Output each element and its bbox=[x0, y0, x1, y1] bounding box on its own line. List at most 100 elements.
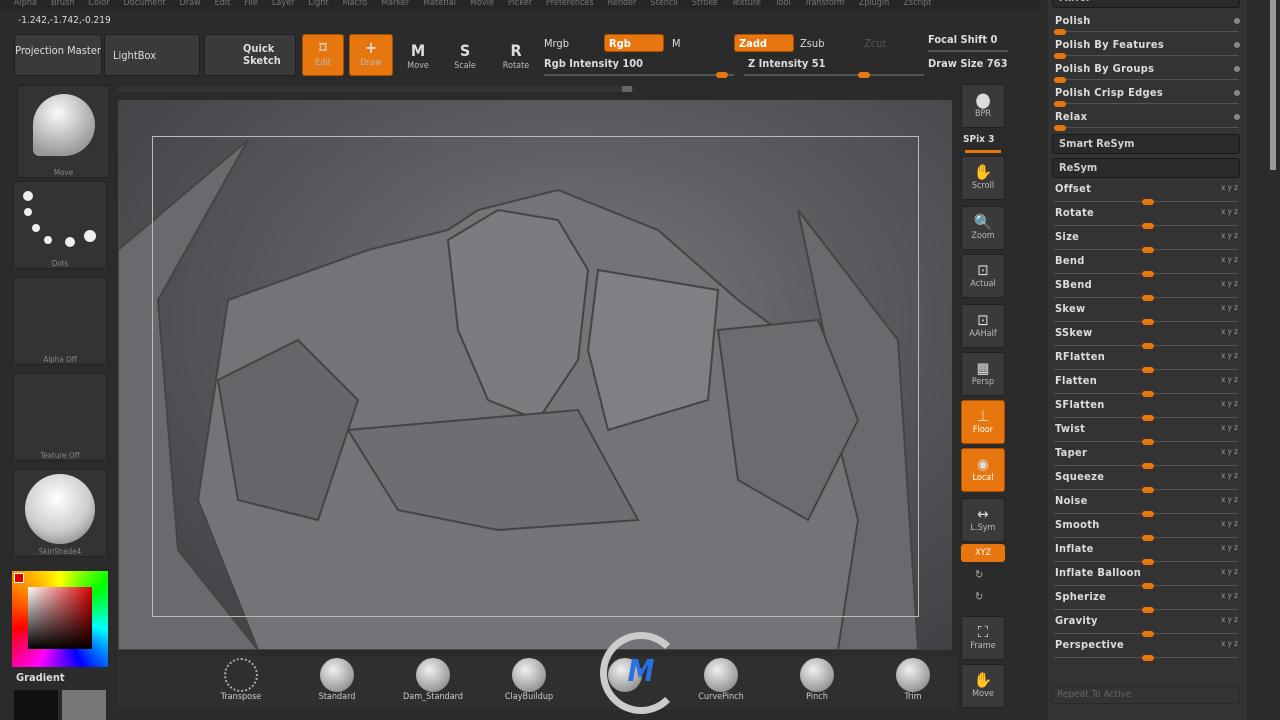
slider-knob[interactable] bbox=[858, 72, 870, 78]
polish-row[interactable]: Polish By Features bbox=[1048, 36, 1246, 60]
shelf-bpr-button[interactable]: ⬤ BPR bbox=[961, 84, 1005, 128]
deformation-slider[interactable] bbox=[1054, 343, 1238, 349]
deformation-row[interactable]: Flatten x y z bbox=[1048, 372, 1246, 397]
menu-item[interactable]: Light bbox=[308, 0, 328, 10]
move-button[interactable]: M Move bbox=[395, 38, 441, 78]
shelf-floor-button[interactable]: ⊥ Floor bbox=[961, 400, 1005, 444]
axis-toggle[interactable]: x y z bbox=[1221, 615, 1238, 624]
menu-item[interactable]: Edit bbox=[215, 0, 231, 10]
deformation-slider[interactable] bbox=[1054, 607, 1238, 613]
deformation-row[interactable]: SFlatten x y z bbox=[1048, 396, 1246, 421]
shelf-scroll-button[interactable]: ✋ Scroll bbox=[961, 156, 1005, 200]
axis-toggle[interactable]: x y z bbox=[1221, 495, 1238, 504]
rgb-button[interactable]: Rgb bbox=[604, 34, 664, 52]
main-color-swatch[interactable] bbox=[62, 690, 106, 720]
deformation-slider[interactable] bbox=[1054, 487, 1238, 493]
quick-sketch-button[interactable]: Quick Sketch bbox=[204, 34, 296, 76]
z-intensity-slider[interactable] bbox=[744, 72, 924, 78]
viewport-canvas[interactable] bbox=[118, 100, 952, 650]
slider-knob[interactable] bbox=[1054, 101, 1066, 107]
deformation-row[interactable]: Bend x y z bbox=[1048, 252, 1246, 277]
deformation-row[interactable]: Size x y z bbox=[1048, 228, 1246, 253]
slider-knob[interactable] bbox=[1054, 53, 1066, 59]
option-dot-icon[interactable] bbox=[1234, 90, 1240, 96]
menu-item[interactable]: Zscript bbox=[903, 0, 931, 10]
menu-item[interactable]: Stencil bbox=[650, 0, 677, 10]
deformation-slider[interactable] bbox=[1054, 559, 1238, 565]
axis-toggle[interactable]: x y z bbox=[1221, 471, 1238, 480]
menu-item[interactable]: Layer bbox=[272, 0, 295, 10]
slider-knob[interactable] bbox=[716, 72, 728, 78]
axis-toggle[interactable]: x y z bbox=[1221, 591, 1238, 600]
zadd-button[interactable]: Zadd bbox=[734, 34, 794, 52]
menu-item[interactable]: Document bbox=[124, 0, 166, 10]
axis-toggle[interactable]: x y z bbox=[1221, 183, 1238, 192]
axis-toggle[interactable]: x y z bbox=[1221, 303, 1238, 312]
deformation-slider[interactable] bbox=[1054, 223, 1238, 229]
color-square[interactable] bbox=[28, 587, 92, 649]
menu-item[interactable]: Draw bbox=[180, 0, 201, 10]
option-dot-icon[interactable] bbox=[1234, 42, 1240, 48]
option-dot-icon[interactable] bbox=[1234, 18, 1240, 24]
brush-pinch[interactable]: Pinch bbox=[772, 656, 862, 710]
deformation-slider[interactable] bbox=[1054, 247, 1238, 253]
deformation-slider[interactable] bbox=[1054, 463, 1238, 469]
rotate-z-icon[interactable]: ↻ bbox=[975, 590, 983, 603]
polish-slider[interactable] bbox=[1054, 29, 1238, 35]
deformation-row[interactable]: Squeeze x y z bbox=[1048, 468, 1246, 493]
shelf-actual-button[interactable]: ⊡ Actual bbox=[961, 254, 1005, 298]
shelf-local-button[interactable]: ◉ Local bbox=[961, 448, 1005, 492]
axis-toggle[interactable]: x y z bbox=[1221, 639, 1238, 648]
menu-item[interactable]: Zplugin bbox=[859, 0, 890, 10]
rgb-intensity-slider[interactable] bbox=[544, 72, 734, 78]
rotate-y-icon[interactable]: ↻ bbox=[975, 568, 983, 581]
polish-row[interactable]: Relax bbox=[1048, 108, 1246, 132]
alpha-thumbnail[interactable]: Alpha Off bbox=[13, 277, 107, 365]
color-hue-marker[interactable] bbox=[14, 573, 24, 583]
deformation-row[interactable]: Noise x y z bbox=[1048, 492, 1246, 517]
shelf-persp-button[interactable]: ▦ Persp bbox=[961, 352, 1005, 396]
menu-item[interactable]: Brush bbox=[51, 0, 74, 10]
brush-curvepinch[interactable]: CurvePinch bbox=[676, 656, 766, 710]
deformation-row[interactable]: SBend x y z bbox=[1048, 276, 1246, 301]
draw-button[interactable]: + Draw bbox=[349, 34, 393, 76]
material-thumbnail[interactable]: SkinShade4 bbox=[13, 469, 107, 557]
deformation-row[interactable]: RFlatten x y z bbox=[1048, 348, 1246, 373]
deformation-row[interactable]: Perspective x y z bbox=[1048, 636, 1246, 661]
spix-slider[interactable] bbox=[965, 150, 1001, 153]
axis-toggle[interactable]: x y z bbox=[1221, 279, 1238, 288]
menu-item[interactable]: Preferences bbox=[546, 0, 594, 10]
menu-item[interactable]: Movie bbox=[470, 0, 494, 10]
shelf-move-button[interactable]: ✋ Move bbox=[961, 664, 1005, 708]
slider-knob[interactable] bbox=[1054, 29, 1066, 35]
polish-row[interactable]: Polish Crisp Edges bbox=[1048, 84, 1246, 108]
brush-transpose[interactable]: Transpose bbox=[196, 656, 286, 710]
deformation-row[interactable]: Rotate x y z bbox=[1048, 204, 1246, 229]
deformation-slider[interactable] bbox=[1054, 415, 1238, 421]
deformation-row[interactable]: Inflate Balloon x y z bbox=[1048, 564, 1246, 589]
slider-knob[interactable] bbox=[1054, 125, 1066, 131]
menu-item[interactable]: Marker bbox=[381, 0, 409, 10]
deformation-row[interactable]: Gravity x y z bbox=[1048, 612, 1246, 637]
resym-button[interactable]: ReSym bbox=[1052, 158, 1240, 178]
axis-toggle[interactable]: x y z bbox=[1221, 543, 1238, 552]
texture-thumbnail[interactable]: Texture Off bbox=[13, 373, 107, 461]
menu-item[interactable]: Tool bbox=[775, 0, 791, 10]
deformation-slider[interactable] bbox=[1054, 319, 1238, 325]
shelf-aahalf-button[interactable]: ⊡ AAHalf bbox=[961, 304, 1005, 348]
m-button[interactable]: M bbox=[672, 37, 681, 50]
menu-item[interactable]: Material bbox=[423, 0, 456, 10]
deformation-slider[interactable] bbox=[1054, 439, 1238, 445]
deformation-row[interactable]: Taper x y z bbox=[1048, 444, 1246, 469]
projection-master-button[interactable]: Projection Master bbox=[14, 34, 102, 76]
deformation-slider[interactable] bbox=[1054, 271, 1238, 277]
axis-toggle[interactable]: x y z bbox=[1221, 447, 1238, 456]
axis-toggle[interactable]: x y z bbox=[1221, 351, 1238, 360]
option-dot-icon[interactable] bbox=[1234, 114, 1240, 120]
axis-toggle[interactable]: x y z bbox=[1221, 207, 1238, 216]
axis-toggle[interactable]: x y z bbox=[1221, 255, 1238, 264]
menu-item[interactable]: Texture bbox=[732, 0, 761, 10]
menu-item[interactable]: Alpha bbox=[14, 0, 37, 10]
option-dot-icon[interactable] bbox=[1234, 66, 1240, 72]
deformation-slider[interactable] bbox=[1054, 655, 1238, 661]
